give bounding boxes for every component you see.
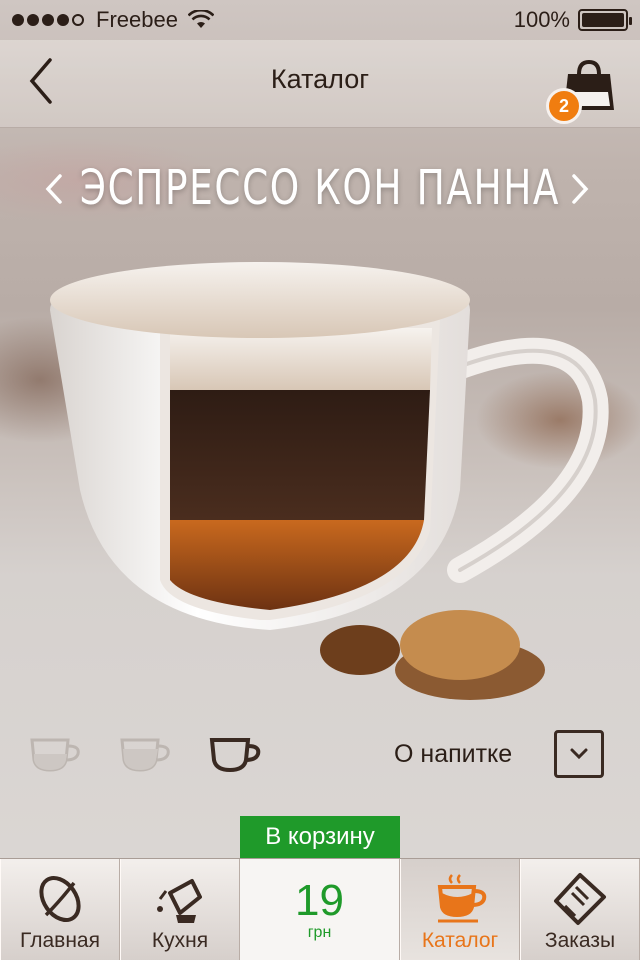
- kettle-icon: [157, 879, 202, 923]
- page-title: Каталог: [270, 64, 370, 94]
- coffee-bean-icon: [39, 876, 81, 922]
- price-display: 19 грн: [240, 859, 400, 960]
- next-product-arrow[interactable]: [564, 172, 594, 206]
- product-name: ЭСПРЕССО КОН ПАННА: [79, 160, 561, 216]
- battery-icon: [578, 9, 632, 31]
- nav-bar: Каталог: [0, 40, 640, 128]
- tab-label: Кухня: [151, 929, 209, 952]
- price-value: 19: [295, 876, 344, 925]
- medium-cup-icon[interactable]: [118, 732, 174, 776]
- tab-label: Каталог: [421, 929, 499, 952]
- tab-kitchen[interactable]: Кухня: [120, 859, 240, 960]
- carrier-name: Freebee: [96, 7, 178, 32]
- about-drink-label[interactable]: О напитке: [394, 740, 512, 769]
- coffee-cup-illustration: [50, 262, 609, 700]
- signal-icon: [12, 14, 84, 26]
- wifi-icon: [187, 10, 214, 28]
- small-cup-icon[interactable]: [28, 732, 84, 776]
- add-to-cart-button[interactable]: В корзину: [240, 816, 400, 858]
- status-bar: Freebee 100%: [0, 0, 640, 40]
- tab-home[interactable]: Главная: [0, 859, 120, 960]
- chevron-down-icon: [570, 748, 588, 760]
- tab-label: Заказы: [544, 929, 616, 952]
- tab-catalog[interactable]: Каталог: [400, 859, 520, 960]
- cart-count-badge: 2: [546, 88, 582, 124]
- tab-label: Главная: [20, 929, 100, 952]
- coffee-cup-icon: [437, 874, 487, 923]
- receipt-icon: [554, 873, 606, 925]
- price-currency: грн: [307, 924, 332, 941]
- battery-percent: 100%: [513, 7, 570, 32]
- size-selector: [28, 732, 264, 776]
- prev-product-arrow[interactable]: [40, 172, 70, 206]
- large-cup-icon[interactable]: [208, 732, 264, 776]
- tab-bar: Главная Кухня 19 грн Каталог Заказы: [0, 858, 640, 960]
- about-expand-button[interactable]: [554, 730, 604, 778]
- tab-orders[interactable]: Заказы: [520, 859, 640, 960]
